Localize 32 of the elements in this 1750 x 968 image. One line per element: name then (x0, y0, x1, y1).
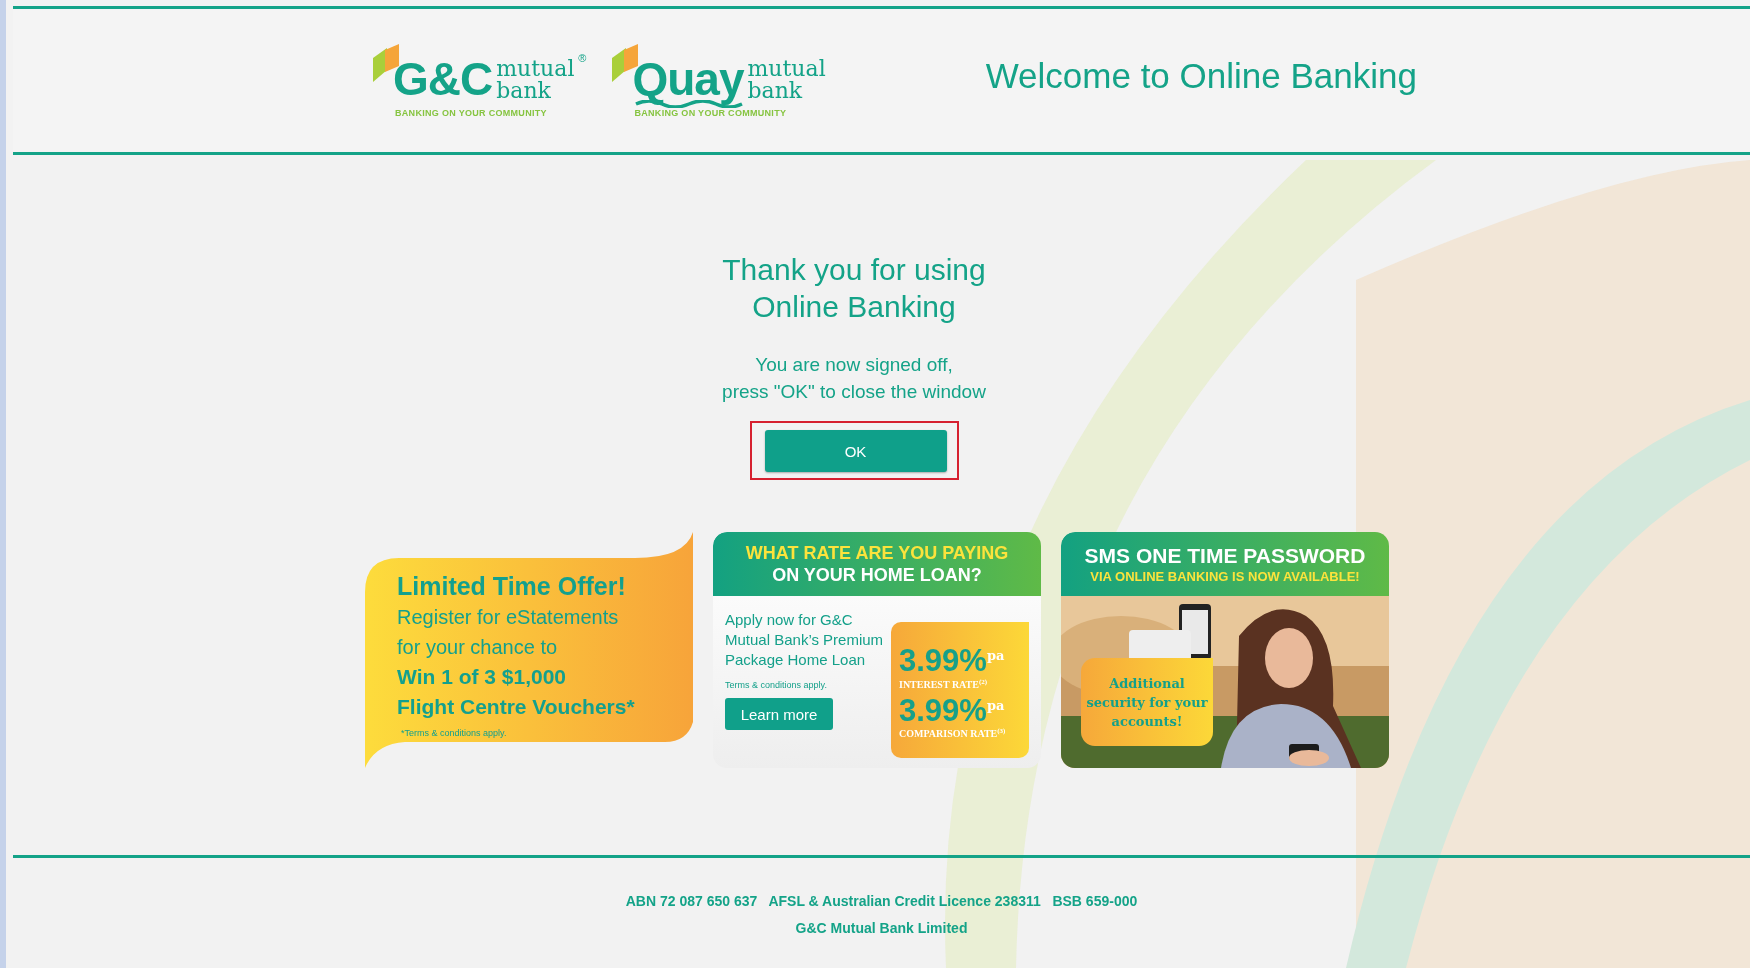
banner-subtitle: VIA ONLINE BANKING IS NOW AVAILABLE! (1090, 568, 1360, 585)
terms-note: *Terms & conditions apply. (401, 728, 508, 738)
welcome-title: Welcome to Online Banking (985, 55, 1417, 97)
logo-tagline: BANKING ON YOUR COMMUNITY (634, 107, 788, 118)
logo-word: bank (747, 79, 804, 102)
learn-more-button[interactable]: Learn more (725, 698, 833, 730)
logo-word: mutual (747, 57, 826, 80)
logo-word: mutual (496, 57, 575, 80)
banner-title: WHAT RATE ARE YOU PAYING (745, 542, 1009, 564)
ok-button[interactable]: OK (764, 430, 947, 472)
offer-text: for your chance to (397, 635, 559, 660)
signed-off-message: You are now signed off, press "OK" to close the window (722, 353, 986, 404)
banner-title: SMS ONE TIME PASSWORD (1084, 543, 1366, 568)
rate-value: 3.99%$^{pa}$ (899, 642, 1006, 678)
rate-label: INTEREST RATE$^{(2)}$ (899, 677, 989, 690)
rate-label: COMPARISON RATE$^{(3)}$ (899, 727, 1007, 740)
footer-text: G&C Mutual Bank Limited (795, 919, 968, 938)
rate-value: 3.99%$^{pa}$ (899, 692, 1006, 728)
footer-text: ABN 72 087 650 637 AFSL & Australian Credit Licence 238311 BSB 659-000 (625, 892, 1138, 911)
speech-bubble: Additional security for your accounts! (1081, 658, 1213, 746)
logo-tagline: BANKING ON YOUR COMMUNITY (395, 107, 548, 118)
logo-mark: G&C (393, 55, 493, 102)
terms-note: Terms & conditions apply. (725, 680, 828, 690)
logo-word: bank (496, 79, 552, 102)
prize-text: Flight Centre Vouchers* (397, 694, 636, 720)
banner-title: ON YOUR HOME LOAN? (772, 564, 982, 586)
offer-headline: Limited Time Offer! (397, 571, 627, 602)
banner-text: Apply now for G&C Mutual Bank’s Premium Package Home Loan (725, 610, 885, 670)
registered-mark: ® (578, 51, 587, 64)
thank-you-heading: Thank you for using Online Banking (722, 252, 986, 325)
offer-text: Register for eStatements (397, 605, 620, 630)
prize-text: Win 1 of 3 $1,000 (397, 664, 568, 690)
